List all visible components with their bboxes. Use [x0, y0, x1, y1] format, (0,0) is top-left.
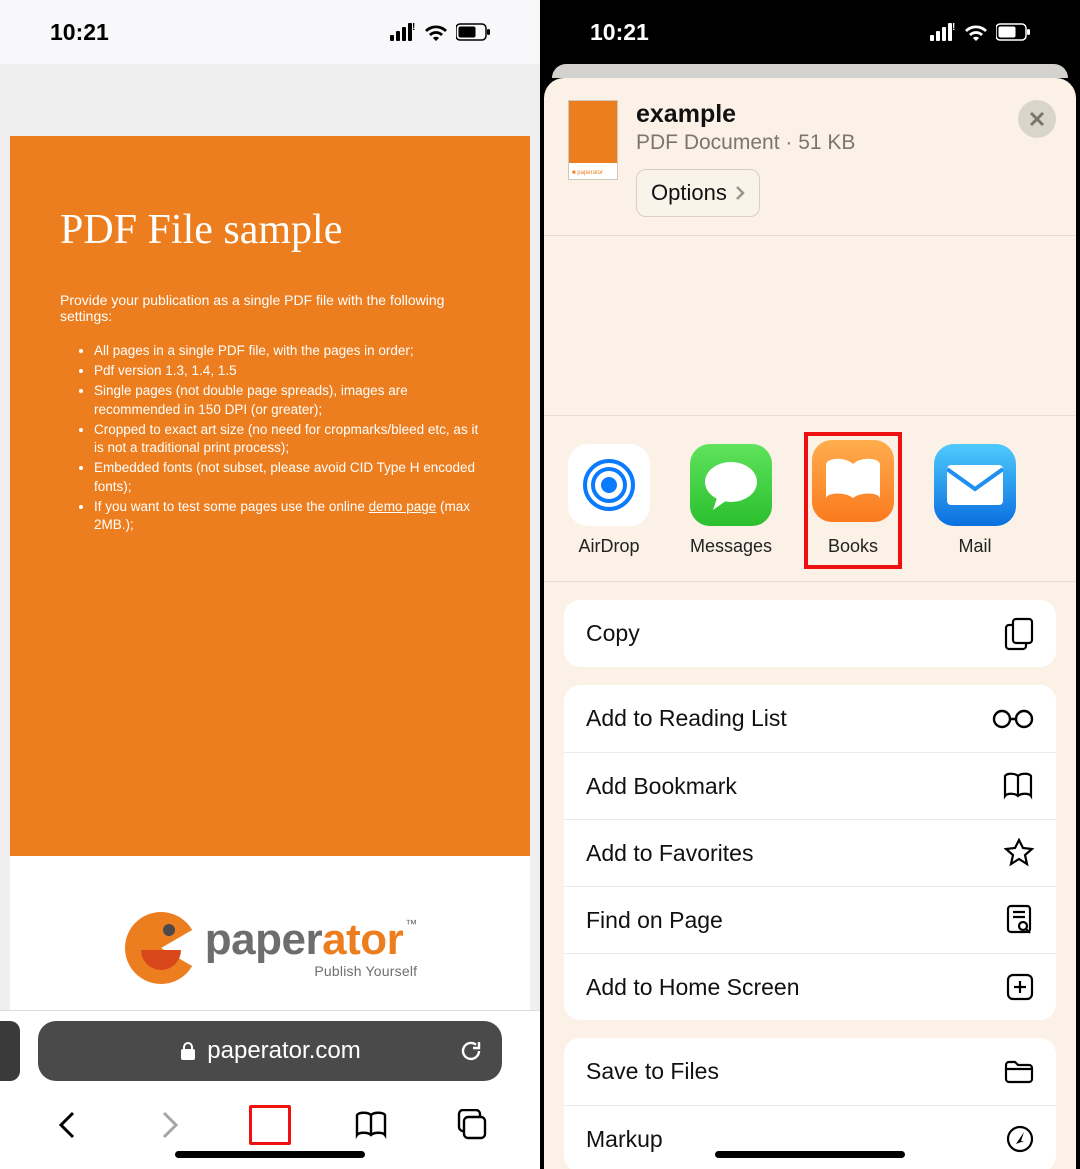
pdf-bullet: Single pages (not double page spreads), …	[94, 382, 480, 418]
status-indicators: !	[930, 23, 1030, 41]
wifi-icon	[964, 23, 988, 41]
pdf-bullet: Cropped to exact art size (no need for c…	[94, 421, 480, 457]
pdf-viewport[interactable]: PDF File sample Provide your publication…	[0, 64, 540, 1169]
copy-icon	[1004, 617, 1034, 651]
actions-files-card: Save to Files Markup	[564, 1038, 1056, 1169]
app-mail[interactable]: Mail	[934, 444, 1016, 561]
pdf-bullet: Embedded fonts (not subset, please avoid…	[94, 459, 480, 495]
forward-button	[149, 1105, 189, 1145]
app-books[interactable]: Books	[812, 440, 894, 561]
signal-icon: !	[390, 23, 416, 41]
pdf-intro: Provide your publication as a single PDF…	[60, 292, 480, 324]
app-airdrop[interactable]: AirDrop	[568, 444, 650, 561]
tabs-icon	[456, 1109, 488, 1141]
folder-icon	[1004, 1059, 1034, 1085]
bookmarks-button[interactable]	[351, 1105, 391, 1145]
lock-icon	[179, 1041, 197, 1061]
back-button[interactable]	[48, 1105, 88, 1145]
airdrop-icon	[578, 454, 640, 516]
pdf-page-content: PDF File sample Provide your publication…	[10, 136, 530, 856]
app-label: AirDrop	[578, 536, 639, 557]
home-indicator[interactable]	[175, 1151, 365, 1158]
share-sheet[interactable]: ■ paperator example PDF Document · 51 KB…	[544, 78, 1076, 1169]
status-bar: 10:21 !	[540, 0, 1080, 64]
pdf-bullet: All pages in a single PDF file, with the…	[94, 342, 480, 360]
plus-square-icon	[1006, 973, 1034, 1001]
app-messages[interactable]: Messages	[690, 444, 772, 561]
file-thumbnail: ■ paperator	[568, 100, 618, 180]
file-name: example	[636, 100, 1000, 129]
prev-tab-sliver[interactable]	[0, 1021, 20, 1081]
safari-bottom-bar: paperator.com	[0, 1010, 540, 1169]
refresh-icon[interactable]	[458, 1038, 484, 1064]
signal-icon: !	[930, 23, 956, 41]
share-header: ■ paperator example PDF Document · 51 KB…	[544, 78, 1076, 236]
suggested-contacts-row[interactable]	[544, 236, 1076, 416]
battery-icon	[996, 23, 1030, 41]
file-meta: PDF Document · 51 KB	[636, 131, 1000, 155]
action-markup[interactable]: Markup	[564, 1105, 1056, 1169]
book-icon	[354, 1111, 388, 1139]
app-label: Books	[828, 536, 878, 557]
address-bar[interactable]: paperator.com	[38, 1021, 502, 1081]
pdf-bullet: If you want to test some pages use the o…	[94, 498, 480, 534]
pdf-demo-link[interactable]: demo page	[369, 499, 437, 514]
actions-section: Copy Add to Reading List Add Bookmark Ad…	[544, 582, 1076, 1169]
wifi-icon	[424, 23, 448, 41]
action-add-homescreen[interactable]: Add to Home Screen	[564, 953, 1056, 1020]
sheet-behind-card	[552, 64, 1068, 78]
actions-copy-card: Copy	[564, 600, 1056, 667]
pdf-bullet: Pdf version 1.3, 1.4, 1.5	[94, 362, 480, 380]
share-apps-row[interactable]: AirDrop Messages Books Mail M	[544, 416, 1076, 582]
share-button[interactable]	[249, 1105, 291, 1145]
action-add-favorites[interactable]: Add to Favorites	[564, 819, 1056, 886]
paperator-tagline: Publish Yourself	[205, 964, 417, 978]
actions-main-card: Add to Reading List Add Bookmark Add to …	[564, 685, 1056, 1020]
star-icon	[1004, 838, 1034, 868]
home-indicator[interactable]	[715, 1151, 905, 1158]
battery-icon	[456, 23, 490, 41]
paperator-logo: paperator™ Publish Yourself	[123, 910, 417, 986]
action-reading-list[interactable]: Add to Reading List	[564, 685, 1056, 752]
share-sheet-screen: 10:21 ! ■ paperator example PDF Document…	[540, 0, 1080, 1169]
close-button[interactable]	[1018, 100, 1056, 138]
book-icon	[1002, 772, 1034, 800]
paperator-mark-icon	[123, 910, 199, 986]
status-time: 10:21	[590, 19, 649, 46]
app-label: Mail	[958, 536, 991, 557]
pdf-title: PDF File sample	[60, 206, 480, 254]
svg-text:!: !	[952, 23, 955, 33]
mail-icon	[947, 465, 1003, 505]
options-button[interactable]: Options	[636, 169, 760, 217]
url-domain: paperator.com	[207, 1037, 360, 1065]
find-page-icon	[1006, 904, 1034, 936]
tabs-button[interactable]	[452, 1105, 492, 1145]
glasses-icon	[992, 709, 1034, 729]
svg-text:!: !	[412, 23, 415, 33]
app-label: Messages	[690, 536, 772, 557]
status-bar: 10:21 !	[0, 0, 540, 64]
messages-icon	[703, 460, 759, 510]
chevron-right-icon	[735, 185, 745, 201]
status-indicators: !	[390, 23, 490, 41]
close-icon	[1029, 111, 1045, 127]
status-time: 10:21	[50, 19, 109, 46]
action-save-files[interactable]: Save to Files	[564, 1038, 1056, 1105]
action-add-bookmark[interactable]: Add Bookmark	[564, 752, 1056, 819]
markup-icon	[1006, 1125, 1034, 1153]
books-icon	[824, 458, 882, 504]
action-copy[interactable]: Copy	[564, 600, 1056, 667]
action-find-on-page[interactable]: Find on Page	[564, 886, 1056, 953]
safari-screen: 10:21 ! PDF File sample Provide your pub…	[0, 0, 540, 1169]
